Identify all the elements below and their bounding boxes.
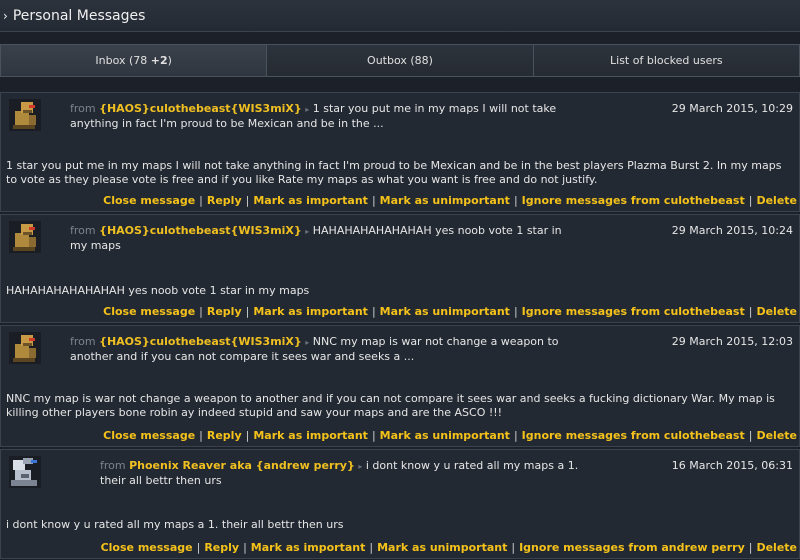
message-actions: Close message | Reply | Mark as important | Ma…: [103, 429, 797, 442]
robot-avatar-icon[interactable]: [9, 332, 41, 364]
tab-blocked-users[interactable]: List of blocked users: [533, 44, 800, 77]
from-label: from: [70, 224, 96, 237]
mark-important-link[interactable]: Mark as important: [253, 194, 368, 207]
message-body: HAHAHAHAHAHAHAH yes noob vote 1 star in …: [6, 284, 310, 297]
tab-inbox-label: Inbox (78: [95, 54, 151, 67]
from-label: from: [70, 102, 96, 115]
page-header: › Personal Messages: [0, 0, 800, 32]
tab-inbox[interactable]: Inbox (78 +2): [0, 44, 268, 77]
tab-outbox-label: Outbox (88): [367, 54, 433, 67]
delete-link[interactable]: Delete: [756, 541, 797, 554]
from-label: from: [100, 459, 126, 472]
message-item: from {HAOS}culothebeast{WIS3miX} ▸ NNC m…: [0, 325, 800, 447]
ignore-sender-link[interactable]: Ignore messages from culothebeast: [522, 429, 745, 442]
mark-important-link[interactable]: Mark as important: [253, 429, 368, 442]
separator-icon: ▸: [305, 227, 310, 236]
message-item: from Phoenix Reaver aka {andrew perry} ▸…: [0, 449, 800, 559]
sender-name[interactable]: {HAOS}culothebeast{WIS3miX}: [99, 224, 302, 237]
mark-unimportant-link[interactable]: Mark as unimportant: [377, 541, 507, 554]
message-item: from {HAOS}culothebeast{WIS3miX} ▸ 1 sta…: [0, 92, 800, 212]
delete-link[interactable]: Delete: [756, 194, 797, 207]
close-message-link[interactable]: Close message: [103, 194, 195, 207]
message-body: i dont know y u rated all my maps a 1. t…: [6, 518, 344, 531]
message-actions: Close message | Reply | Mark as important | Ma…: [103, 305, 797, 318]
mark-important-link[interactable]: Mark as important: [251, 541, 366, 554]
separator-icon: ▸: [358, 462, 363, 471]
separator-icon: ▸: [305, 338, 310, 347]
message-date: 29 March 2015, 12:03: [671, 335, 793, 348]
message-item: from {HAOS}culothebeast{WIS3miX} ▸ HAHAH…: [0, 214, 800, 323]
tab-outbox[interactable]: Outbox (88): [267, 44, 534, 77]
message-preview[interactable]: from {HAOS}culothebeast{WIS3miX} ▸ HAHAH…: [70, 224, 570, 253]
message-date: 29 March 2015, 10:29: [671, 102, 793, 115]
message-preview[interactable]: from {HAOS}culothebeast{WIS3miX} ▸ 1 sta…: [70, 102, 590, 131]
ignore-sender-link[interactable]: Ignore messages from andrew perry: [519, 541, 745, 554]
close-message-link[interactable]: Close message: [103, 429, 195, 442]
message-body: NNC my map is war not change a weapon to…: [6, 392, 775, 419]
robot-avatar-icon[interactable]: [9, 221, 41, 253]
tab-blocked-users-label: List of blocked users: [610, 54, 723, 67]
close-message-link[interactable]: Close message: [103, 305, 195, 318]
message-preview[interactable]: from Phoenix Reaver aka {andrew perry} ▸…: [100, 459, 590, 488]
message-body: 1 star you put me in my maps I will not …: [6, 159, 782, 186]
separator-icon: ▸: [305, 105, 310, 114]
reply-link[interactable]: Reply: [207, 429, 242, 442]
robot-avatar-icon[interactable]: [9, 99, 41, 131]
message-tabs: Inbox (78 +2) Outbox (88) List of blocke…: [0, 44, 800, 77]
tab-inbox-label-end: ): [167, 54, 172, 67]
page-title: Personal Messages: [12, 7, 146, 24]
tab-inbox-new-count: +2: [150, 54, 168, 67]
sender-name[interactable]: {HAOS}culothebeast{WIS3miX}: [99, 335, 302, 348]
mark-important-link[interactable]: Mark as important: [253, 305, 368, 318]
close-message-link[interactable]: Close message: [101, 541, 193, 554]
from-label: from: [70, 335, 96, 348]
message-actions: Close message | Reply | Mark as important | Ma…: [100, 541, 797, 554]
delete-link[interactable]: Delete: [756, 305, 797, 318]
message-actions: Close message | Reply | Mark as important | Ma…: [103, 194, 797, 207]
message-preview[interactable]: from {HAOS}culothebeast{WIS3miX} ▸ NNC m…: [70, 335, 590, 364]
reply-link[interactable]: Reply: [204, 541, 239, 554]
sender-name[interactable]: Phoenix Reaver aka {andrew perry}: [129, 459, 355, 472]
mark-unimportant-link[interactable]: Mark as unimportant: [380, 194, 510, 207]
ignore-sender-link[interactable]: Ignore messages from culothebeast: [522, 305, 745, 318]
chevron-right-icon: ›: [3, 8, 8, 23]
ignore-sender-link[interactable]: Ignore messages from culothebeast: [522, 194, 745, 207]
mark-unimportant-link[interactable]: Mark as unimportant: [380, 305, 510, 318]
message-date: 16 March 2015, 06:31: [671, 459, 793, 472]
reply-link[interactable]: Reply: [207, 194, 242, 207]
reply-link[interactable]: Reply: [207, 305, 242, 318]
message-date: 29 March 2015, 10:24: [671, 224, 793, 237]
phoenix-avatar-icon[interactable]: [9, 456, 41, 488]
sender-name[interactable]: {HAOS}culothebeast{WIS3miX}: [99, 102, 302, 115]
delete-link[interactable]: Delete: [756, 429, 797, 442]
mark-unimportant-link[interactable]: Mark as unimportant: [380, 429, 510, 442]
